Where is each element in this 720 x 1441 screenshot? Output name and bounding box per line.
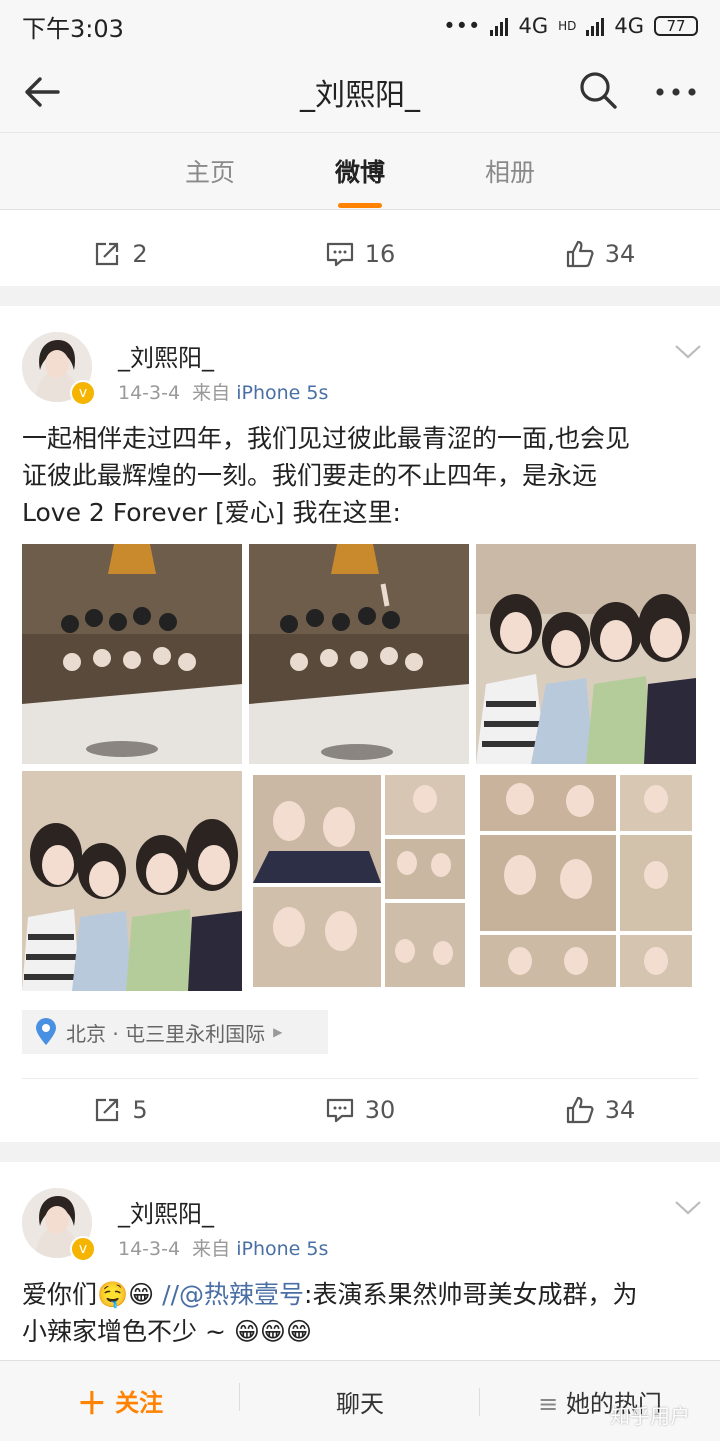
friends-photo-image bbox=[22, 771, 242, 991]
drool-emoji-icon: 🤤 bbox=[97, 1280, 129, 1309]
post-username[interactable]: _刘熙阳_ bbox=[118, 1194, 214, 1229]
post-from-label: 来自 bbox=[192, 1238, 231, 1260]
post-text-line: 小辣家增色不少 ~ 😁😁😁 bbox=[22, 1313, 702, 1350]
watermark: 知乎用户 bbox=[610, 1404, 690, 1428]
post-text-line: 爱你们🤤😁 //@热辣壹号:表演系果然帅哥美女成群，为 bbox=[22, 1276, 702, 1313]
mention-link[interactable]: //@热辣壹号 bbox=[162, 1280, 304, 1309]
status-time: 下午3:03 bbox=[22, 14, 124, 43]
like-count: 34 bbox=[604, 240, 636, 268]
verified-badge-icon: v bbox=[70, 1236, 96, 1262]
post-username[interactable]: _刘熙阳_ bbox=[118, 338, 214, 373]
repost-button[interactable]: 2 bbox=[0, 222, 240, 286]
post-source[interactable]: iPhone 5s bbox=[236, 382, 328, 404]
repost-count: 2 bbox=[132, 240, 148, 268]
post-photo-1[interactable] bbox=[22, 544, 242, 764]
notification-dots: ••• bbox=[443, 14, 481, 38]
location-tag[interactable]: 北京 · 屯三里永利国际 ▶ bbox=[22, 1010, 328, 1054]
post-text-line-2: 小辣家增色不少 ~ bbox=[22, 1317, 226, 1346]
menu-icon: ≡ bbox=[538, 1389, 559, 1418]
status-icons: ••• 4G HD 4G 77 bbox=[443, 14, 698, 38]
more-icon[interactable] bbox=[652, 72, 700, 112]
previous-post-actions: 2 16 34 bbox=[0, 222, 720, 286]
post-actions: 5 30 34 bbox=[0, 1078, 720, 1142]
post-photo-4[interactable] bbox=[22, 771, 242, 991]
follow-label: 关注 bbox=[115, 1389, 164, 1417]
like-icon bbox=[566, 240, 594, 268]
post-photo-5[interactable] bbox=[249, 771, 469, 991]
profile-tabs: 主页 微博 相册 bbox=[0, 132, 720, 210]
like-count: 34 bbox=[604, 1096, 636, 1124]
back-arrow-icon[interactable] bbox=[20, 70, 64, 114]
battery-icon: 77 bbox=[654, 16, 698, 36]
comment-icon bbox=[326, 242, 353, 267]
tab-weibo[interactable]: 微博 bbox=[300, 153, 420, 208]
battery-level: 77 bbox=[666, 17, 686, 35]
comment-count: 16 bbox=[364, 240, 396, 268]
post-source[interactable]: iPhone 5s bbox=[236, 1238, 328, 1260]
post-photo-2[interactable] bbox=[249, 544, 469, 764]
tab-album-label: 相册 bbox=[484, 158, 535, 187]
plus-icon: ＋ bbox=[76, 1387, 107, 1422]
post-date: 14-3-4 bbox=[118, 1238, 181, 1260]
repost-icon bbox=[96, 1098, 119, 1122]
tab-home[interactable]: 主页 bbox=[150, 153, 270, 189]
network-label-1: 4G bbox=[518, 14, 549, 38]
signal-icon bbox=[490, 16, 509, 36]
post-text-line: 证彼此最辉煌的一刻。我们要走的不止四年，是永远 bbox=[22, 461, 598, 490]
search-icon[interactable] bbox=[578, 70, 618, 110]
collage-photo-image bbox=[249, 771, 469, 991]
post-photo-3[interactable] bbox=[476, 544, 696, 764]
chevron-right-icon: ▶ bbox=[273, 1025, 283, 1039]
location-pin-icon bbox=[36, 1018, 56, 1045]
network-label-2: 4G bbox=[614, 14, 644, 38]
chevron-down-icon[interactable] bbox=[674, 1200, 702, 1216]
post-card: v _刘熙阳_ 14-3-4 来自 iPhone 5s 爱你们🤤😁 //@热辣壹… bbox=[0, 1162, 720, 1360]
post-date: 14-3-4 bbox=[118, 382, 181, 404]
chat-button[interactable]: 聊天 bbox=[240, 1384, 480, 1419]
grin-emoji-icon: 😁 bbox=[128, 1280, 155, 1309]
comment-button[interactable]: 30 bbox=[240, 1078, 480, 1142]
group-photo-image bbox=[22, 544, 242, 764]
like-button[interactable]: 34 bbox=[480, 222, 720, 286]
post-text: 爱你们🤤😁 //@热辣壹号:表演系果然帅哥美女成群，为 小辣家增色不少 ~ 😁😁… bbox=[22, 1276, 702, 1350]
hd-label: HD bbox=[558, 19, 577, 33]
chevron-down-icon[interactable] bbox=[674, 344, 702, 360]
post-text-line: 一起相伴走过四年，我们见过彼此最青涩的一面,也会见 bbox=[22, 424, 630, 453]
verified-badge-icon: v bbox=[70, 380, 96, 406]
comment-count: 30 bbox=[364, 1096, 396, 1124]
tab-weibo-label: 微博 bbox=[334, 158, 385, 187]
post-meta: 14-3-4 来自 iPhone 5s bbox=[118, 378, 328, 405]
active-tab-indicator bbox=[338, 203, 382, 208]
repost-button[interactable]: 5 bbox=[0, 1078, 240, 1142]
repost-count: 5 bbox=[132, 1096, 148, 1124]
repost-icon bbox=[96, 242, 119, 266]
post-text-line: Love 2 Forever [爱心] 我在这里: bbox=[22, 498, 401, 527]
comment-button[interactable]: 16 bbox=[240, 222, 480, 286]
post-text: 一起相伴走过四年，我们见过彼此最青涩的一面,也会见 证彼此最辉煌的一刻。我们要走… bbox=[22, 420, 702, 531]
collage-photo-image bbox=[476, 771, 696, 991]
chat-label: 聊天 bbox=[336, 1389, 384, 1418]
like-icon bbox=[566, 1096, 594, 1124]
comment-icon bbox=[326, 1098, 353, 1123]
follow-button[interactable]: ＋ 关注 bbox=[0, 1379, 240, 1423]
page-title: _刘熙阳_ bbox=[300, 78, 420, 113]
previous-post-card: 2 16 34 bbox=[0, 210, 720, 286]
post-meta: 14-3-4 来自 iPhone 5s bbox=[118, 1234, 328, 1261]
top-bar: _刘熙阳_ bbox=[0, 52, 720, 132]
post-text-start: 爱你们 bbox=[22, 1280, 98, 1309]
like-button[interactable]: 34 bbox=[480, 1078, 720, 1142]
location-label: 北京 · 屯三里永利国际 bbox=[66, 1021, 266, 1046]
post-photo-6[interactable] bbox=[476, 771, 696, 991]
post-from-label: 来自 bbox=[192, 382, 231, 404]
laugh-emoji-icon: 😁😁😁 bbox=[233, 1317, 313, 1346]
post-card: v _刘熙阳_ 14-3-4 来自 iPhone 5s 一起相伴走过四年，我们见… bbox=[0, 306, 720, 1142]
group-photo-image bbox=[249, 544, 469, 764]
tab-home-label: 主页 bbox=[184, 158, 235, 187]
status-bar: 下午3:03 ••• 4G HD 4G 77 bbox=[0, 0, 720, 52]
tab-album[interactable]: 相册 bbox=[450, 153, 570, 189]
signal-icon-2 bbox=[586, 16, 605, 36]
friends-photo-image bbox=[476, 544, 696, 764]
post-text-rest: :表演系果然帅哥美女成群，为 bbox=[304, 1280, 638, 1309]
